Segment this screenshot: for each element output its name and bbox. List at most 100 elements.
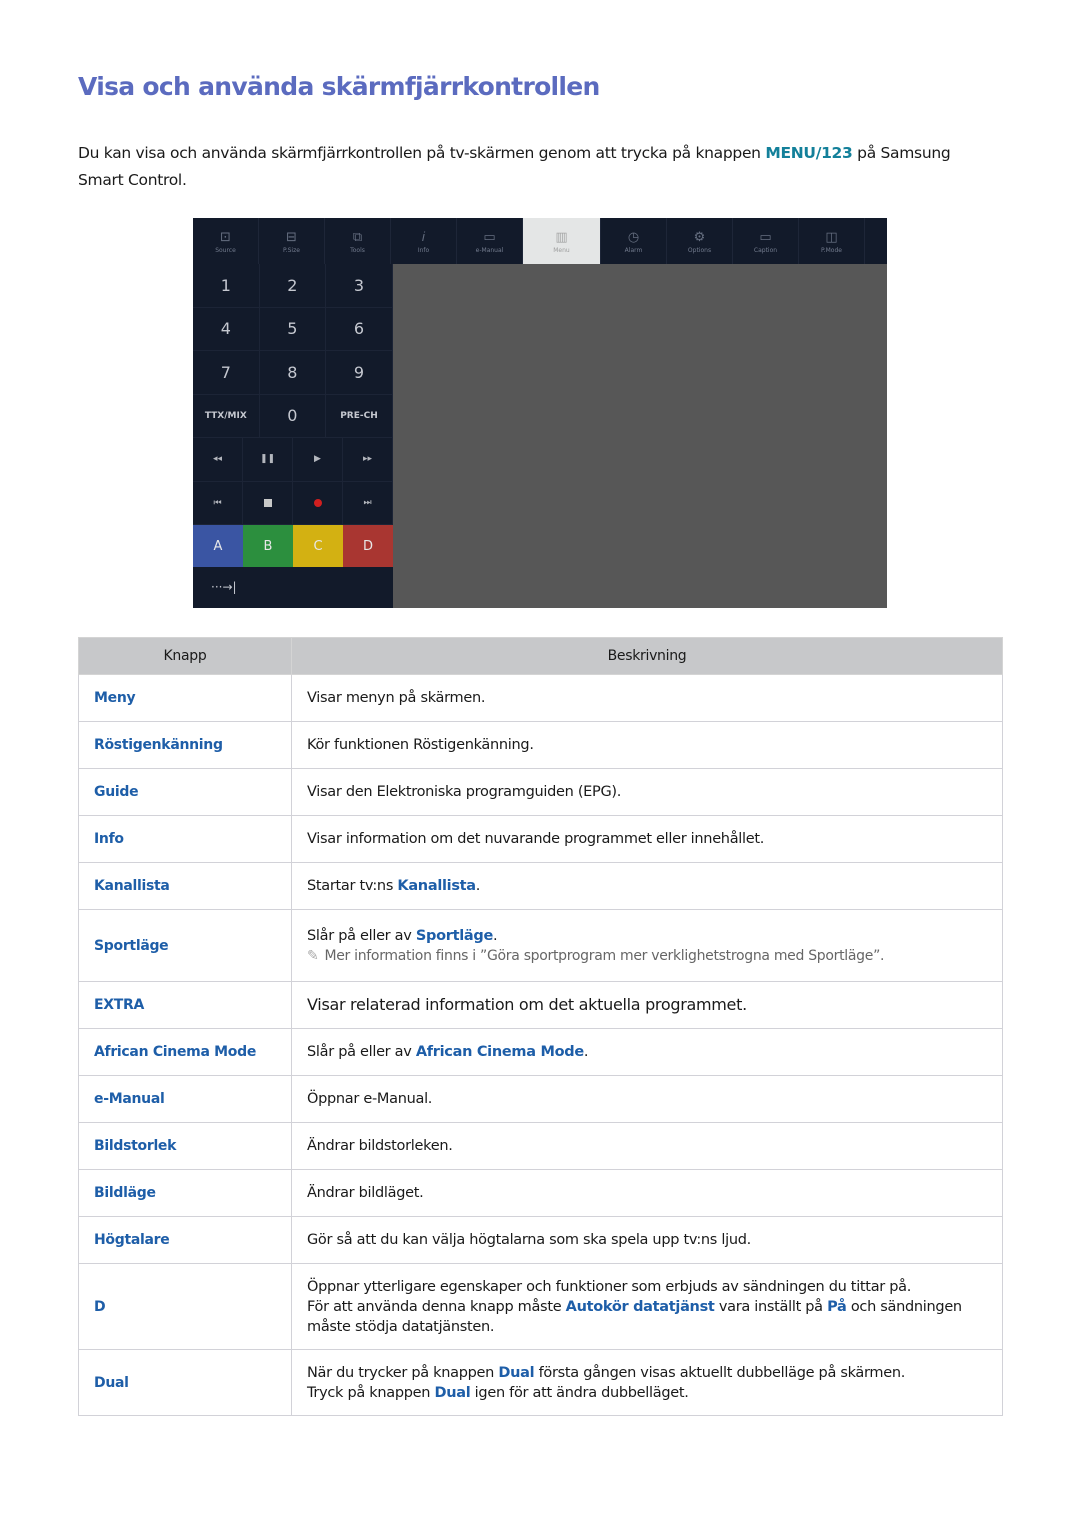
skip-forward-icon: ⏭	[363, 497, 372, 508]
key-pre-ch[interactable]: PRE-CH	[326, 394, 393, 438]
tab-key[interactable]: ···→|	[193, 567, 393, 607]
description-text: Slår på eller av	[307, 1044, 416, 1060]
topbar-item-alarm[interactable]: ◷ Alarm	[601, 218, 667, 264]
feature-link: Autokör datatjänst	[565, 1298, 715, 1315]
button-name: Meny	[78, 674, 292, 722]
topbar-item-label: Caption	[753, 246, 778, 254]
menu-123-key: MENU/123	[765, 144, 853, 162]
topbar-item-label: Info	[417, 246, 430, 254]
topbar-item-label: Menu	[553, 246, 570, 254]
description-text: Slår på eller av	[307, 927, 416, 944]
description-text: Ändrar bildstorleken.	[307, 1138, 453, 1154]
button-description: Öppnar e-Manual.	[291, 1075, 1003, 1123]
key-3[interactable]: 3	[326, 264, 393, 308]
button-name: Bildstorlek	[78, 1122, 292, 1170]
button-name: African Cinema Mode	[78, 1028, 292, 1076]
intro-paragraph: Du kan visa och använda skärmfjärrkontro…	[78, 140, 978, 194]
note-text: ✎ Mer information finns i ”Göra sportprog…	[307, 948, 884, 964]
button-description: När du trycker på knappen Dual första gå…	[291, 1349, 1003, 1416]
options-gear-icon: ⚙	[693, 229, 706, 245]
topbar-item-emanual[interactable]: ▭ e-Manual	[457, 218, 523, 264]
description-text: För att använda denna knapp måste	[307, 1298, 566, 1315]
table-row: Info Visar information om det nuvarande p…	[78, 815, 1003, 863]
rewind-button[interactable]: ◂◂	[193, 438, 243, 482]
topbar-item-source[interactable]: ⊡ Source	[193, 218, 259, 264]
key-9[interactable]: 9	[326, 351, 393, 395]
table-row: Bildläge Ändrar bildläget.	[78, 1169, 1003, 1217]
color-key-c[interactable]: C	[293, 525, 343, 567]
topbar-item-label: Alarm	[624, 246, 643, 254]
key-8[interactable]: 8	[259, 351, 327, 395]
media-controls: ◂◂ ❚❚ ▶ ▸▸ ⏮ ⏭	[193, 438, 393, 525]
button-name: e-Manual	[78, 1075, 292, 1123]
table-row: African Cinema Mode Slår på eller av Afri…	[78, 1028, 1003, 1076]
key-4[interactable]: 4	[193, 307, 260, 351]
description-text: .	[492, 927, 498, 944]
button-description: Gör så att du kan välja högtalarna som s…	[291, 1216, 1003, 1264]
topbar-item-label: Options	[687, 246, 712, 254]
key-2[interactable]: 2	[259, 264, 327, 308]
picture-mode-icon: ◫	[825, 229, 838, 245]
key-5[interactable]: 5	[259, 307, 327, 351]
description-text: Visar information om det nuvarande progr…	[307, 831, 765, 847]
topbar-item-options[interactable]: ⚙ Options	[667, 218, 733, 264]
description-text: Startar tv:ns	[307, 878, 398, 894]
key-ttx/mix[interactable]: TTX/MIX	[193, 394, 260, 438]
table-header-row: Knapp Beskrivning	[78, 637, 1003, 675]
button-description: Visar menyn på skärmen.	[291, 674, 1003, 722]
feature-link: På	[827, 1298, 847, 1315]
stop-button[interactable]	[243, 481, 293, 525]
record-button[interactable]	[293, 481, 343, 525]
description-text: Öppnar ytterligare egenskaper och funkti…	[307, 1278, 912, 1295]
description-text: .	[475, 878, 481, 894]
button-name: Guide	[78, 768, 292, 816]
skip-back-button[interactable]: ⏮	[193, 481, 243, 525]
source-icon: ⊡	[220, 229, 231, 245]
table-row: EXTRA Visar relaterad information om det …	[78, 981, 1003, 1029]
button-name: Kanallista	[78, 862, 292, 910]
key-7[interactable]: 7	[193, 351, 260, 395]
color-key-b[interactable]: B	[243, 525, 293, 567]
key-0[interactable]: 0	[259, 394, 327, 438]
table-row: Röstigenkänning Kör funktionen Röstigenkä…	[78, 721, 1003, 769]
pause-button[interactable]: ❚❚	[243, 438, 293, 482]
feature-link: African Cinema Mode	[415, 1044, 584, 1060]
feature-link: Dual	[434, 1384, 471, 1401]
topbar-item-pmode[interactable]: ◫ P.Mode	[799, 218, 865, 264]
button-description: Ändrar bildläget.	[291, 1169, 1003, 1217]
topbar-item-menu[interactable]: ▥ Menu	[523, 218, 601, 264]
skip-forward-button[interactable]: ⏭	[343, 481, 393, 525]
play-button[interactable]: ▶	[293, 438, 343, 482]
button-description: Slår på eller av Sportläge. ✎ Mer informat…	[291, 909, 1003, 982]
topbar-item-caption[interactable]: ▭ Caption	[733, 218, 799, 264]
topbar-item-tools[interactable]: ⧉ Tools	[325, 218, 391, 264]
button-description: Kör funktionen Röstigenkänning.	[291, 721, 1003, 769]
topbar-item-psize[interactable]: ⊟ P.Size	[259, 218, 325, 264]
button-description: Ändrar bildstorleken.	[291, 1122, 1003, 1170]
feature-link: Dual	[498, 1364, 535, 1381]
topbar-item-info[interactable]: 𝑖 Info	[391, 218, 457, 264]
table-row: Guide Visar den Elektroniska programguide…	[78, 768, 1003, 816]
table-row: Högtalare Gör så att du kan välja högtala…	[78, 1216, 1003, 1264]
button-description: Slår på eller av African Cinema Mode.	[291, 1028, 1003, 1076]
feature-link: Sportläge	[415, 927, 493, 944]
fast-forward-icon: ▸▸	[362, 454, 373, 465]
color-key-d[interactable]: D	[343, 525, 393, 567]
number-pad: 1 2 3 4 5 6 7 8 9 TTX/MIX 0 PRE-CH	[193, 264, 393, 438]
description-text: Öppnar e-Manual.	[307, 1091, 433, 1107]
page-title: Visa och använda skärmfjärrkontrollen	[78, 72, 600, 101]
fast-forward-button[interactable]: ▸▸	[343, 438, 393, 482]
button-name: Bildläge	[78, 1169, 292, 1217]
topbar-item-label: Tools	[350, 246, 365, 254]
key-1[interactable]: 1	[193, 264, 260, 308]
intro-text: Du kan visa och använda skärmfjärrkontro…	[78, 144, 766, 162]
color-key-a[interactable]: A	[193, 525, 243, 567]
key-6[interactable]: 6	[326, 307, 393, 351]
info-icon: 𝑖	[421, 229, 426, 245]
description-text: vara inställt på	[714, 1298, 828, 1315]
rewind-icon: ◂◂	[212, 454, 223, 465]
description-text: igen för att ändra dubbelläget.	[470, 1384, 689, 1401]
topbar-item-label: Source	[215, 246, 236, 254]
table-row: e-Manual Öppnar e-Manual.	[78, 1075, 1003, 1123]
feature-link: Kanallista	[397, 878, 476, 894]
